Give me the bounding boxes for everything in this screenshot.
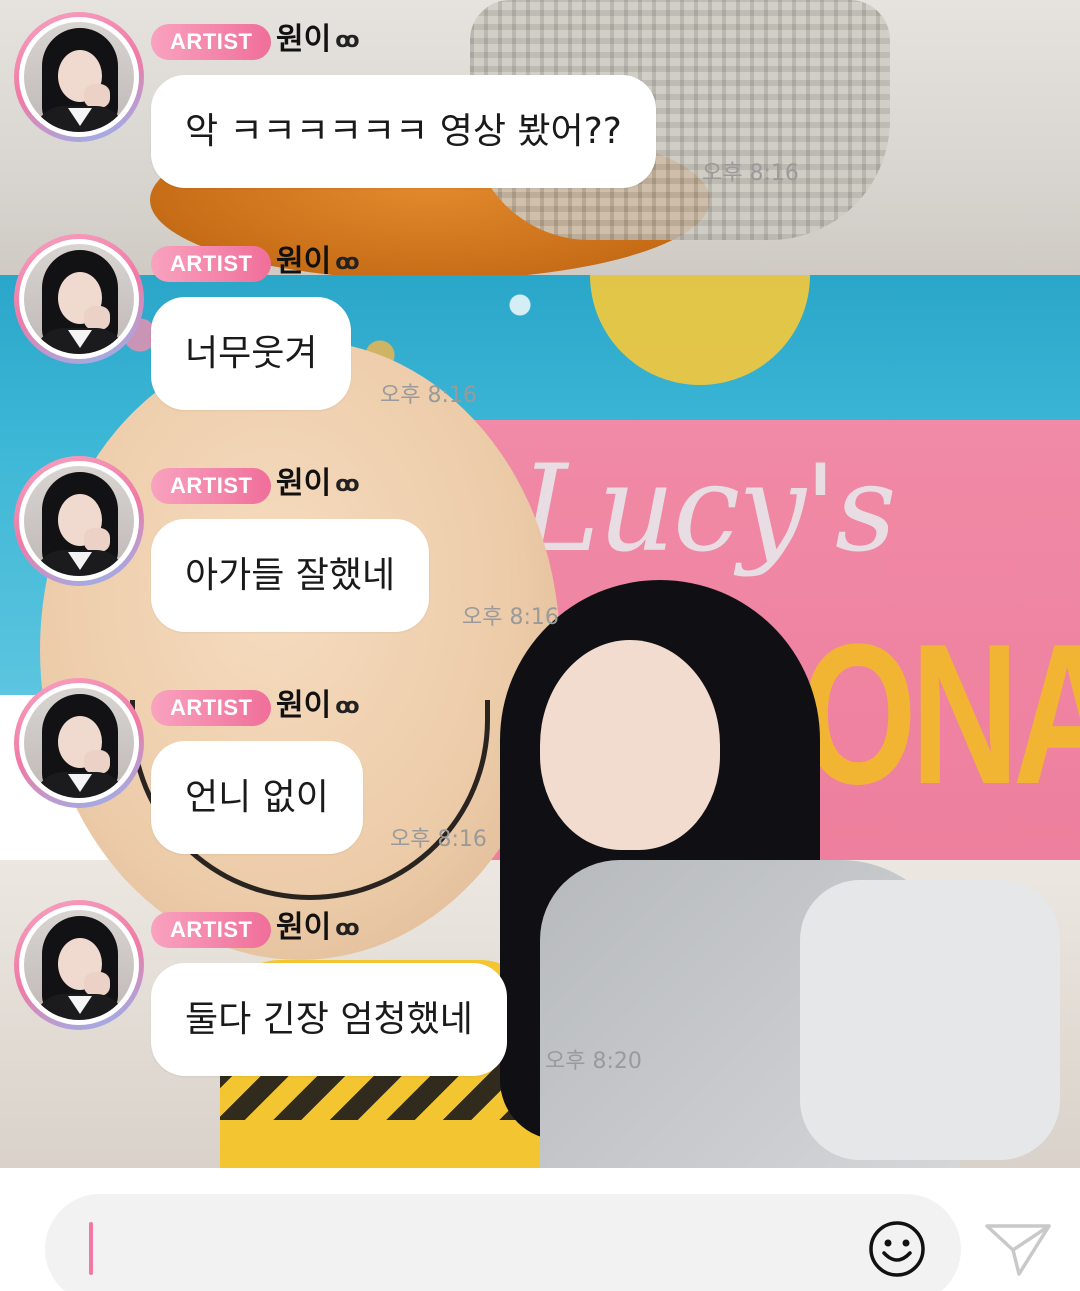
name-decoration: ꝏ — [335, 693, 359, 719]
message-time: 오후 8:16 — [462, 605, 559, 630]
sender-name-text: 원이 — [276, 244, 332, 279]
avatar[interactable] — [14, 12, 144, 142]
sender-name-text: 원이 — [276, 688, 332, 723]
chat-message: ARTIST 원이 ꝏ 아가들 잘했네 오후 8:16 — [0, 444, 1080, 666]
name-decoration: ꝏ — [335, 915, 359, 941]
text-caret — [89, 1222, 93, 1275]
artist-badge: ARTIST — [151, 912, 272, 948]
message-time: 오후 8:16 — [380, 383, 477, 408]
artist-badge: ARTIST — [151, 24, 272, 60]
avatar-frame — [19, 683, 139, 803]
sender-name[interactable]: 원이 ꝏ — [276, 910, 360, 947]
sender-name-text: 원이 — [276, 22, 332, 57]
chat-message: ARTIST 원이 ꝏ 너무웃겨 오후 8:16 — [0, 222, 1080, 444]
avatar[interactable] — [14, 456, 144, 586]
avatar-hand — [84, 84, 110, 108]
avatar-frame — [19, 239, 139, 359]
avatar-image — [24, 688, 134, 798]
message-bubble[interactable]: 아가들 잘했네 — [151, 519, 430, 632]
message-bubble[interactable]: 언니 없이 — [151, 741, 363, 854]
sender-name-text: 원이 — [276, 910, 332, 945]
avatar-hand — [84, 750, 110, 774]
artist-badge: ARTIST — [151, 690, 272, 726]
avatar-hand — [84, 972, 110, 996]
avatar-frame — [19, 461, 139, 581]
message-input[interactable] — [45, 1194, 961, 1291]
avatar-hand — [84, 528, 110, 552]
avatar-hand — [84, 306, 110, 330]
chat-message: ARTIST 원이 ꝏ 악 ㅋㅋㅋㅋㅋㅋ 영상 봤어?? 오후 8:16 — [0, 0, 1080, 222]
artist-badge: ARTIST — [151, 468, 272, 504]
avatar[interactable] — [14, 900, 144, 1030]
name-decoration: ꝏ — [335, 249, 359, 275]
message-bubble[interactable]: 너무웃겨 — [151, 297, 352, 410]
sender-name[interactable]: 원이 ꝏ — [276, 688, 360, 725]
message-input-bar — [0, 1168, 1080, 1291]
avatar-image — [24, 910, 134, 1020]
chat-message: ARTIST 원이 ꝏ 언니 없이 오후 8:16 — [0, 666, 1080, 888]
artist-badge: ARTIST — [151, 246, 272, 282]
avatar-frame — [19, 17, 139, 137]
message-time: 오후 8:20 — [545, 1049, 642, 1074]
avatar-image — [24, 22, 134, 132]
avatar-image — [24, 466, 134, 576]
paper-plane-icon[interactable] — [983, 1220, 1053, 1278]
sender-name[interactable]: 원이 ꝏ — [276, 244, 360, 281]
avatar[interactable] — [14, 678, 144, 808]
message-time: 오후 8:16 — [390, 827, 487, 852]
sender-name-text: 원이 — [276, 466, 332, 501]
avatar-frame — [19, 905, 139, 1025]
name-decoration: ꝏ — [335, 471, 359, 497]
message-bubble[interactable]: 악 ㅋㅋㅋㅋㅋㅋ 영상 봤어?? — [151, 75, 656, 188]
message-bubble[interactable]: 둘다 긴장 엄청했네 — [151, 963, 507, 1076]
avatar[interactable] — [14, 234, 144, 364]
name-decoration: ꝏ — [335, 27, 359, 53]
sender-name[interactable]: 원이 ꝏ — [276, 22, 360, 59]
avatar-image — [24, 244, 134, 354]
message-time: 오후 8:16 — [702, 161, 799, 186]
chat-message: ARTIST 원이 ꝏ 둘다 긴장 엄청했네 오후 8:20 — [0, 888, 1080, 1110]
sender-name[interactable]: 원이 ꝏ — [276, 466, 360, 503]
smiley-icon[interactable] — [868, 1220, 926, 1278]
